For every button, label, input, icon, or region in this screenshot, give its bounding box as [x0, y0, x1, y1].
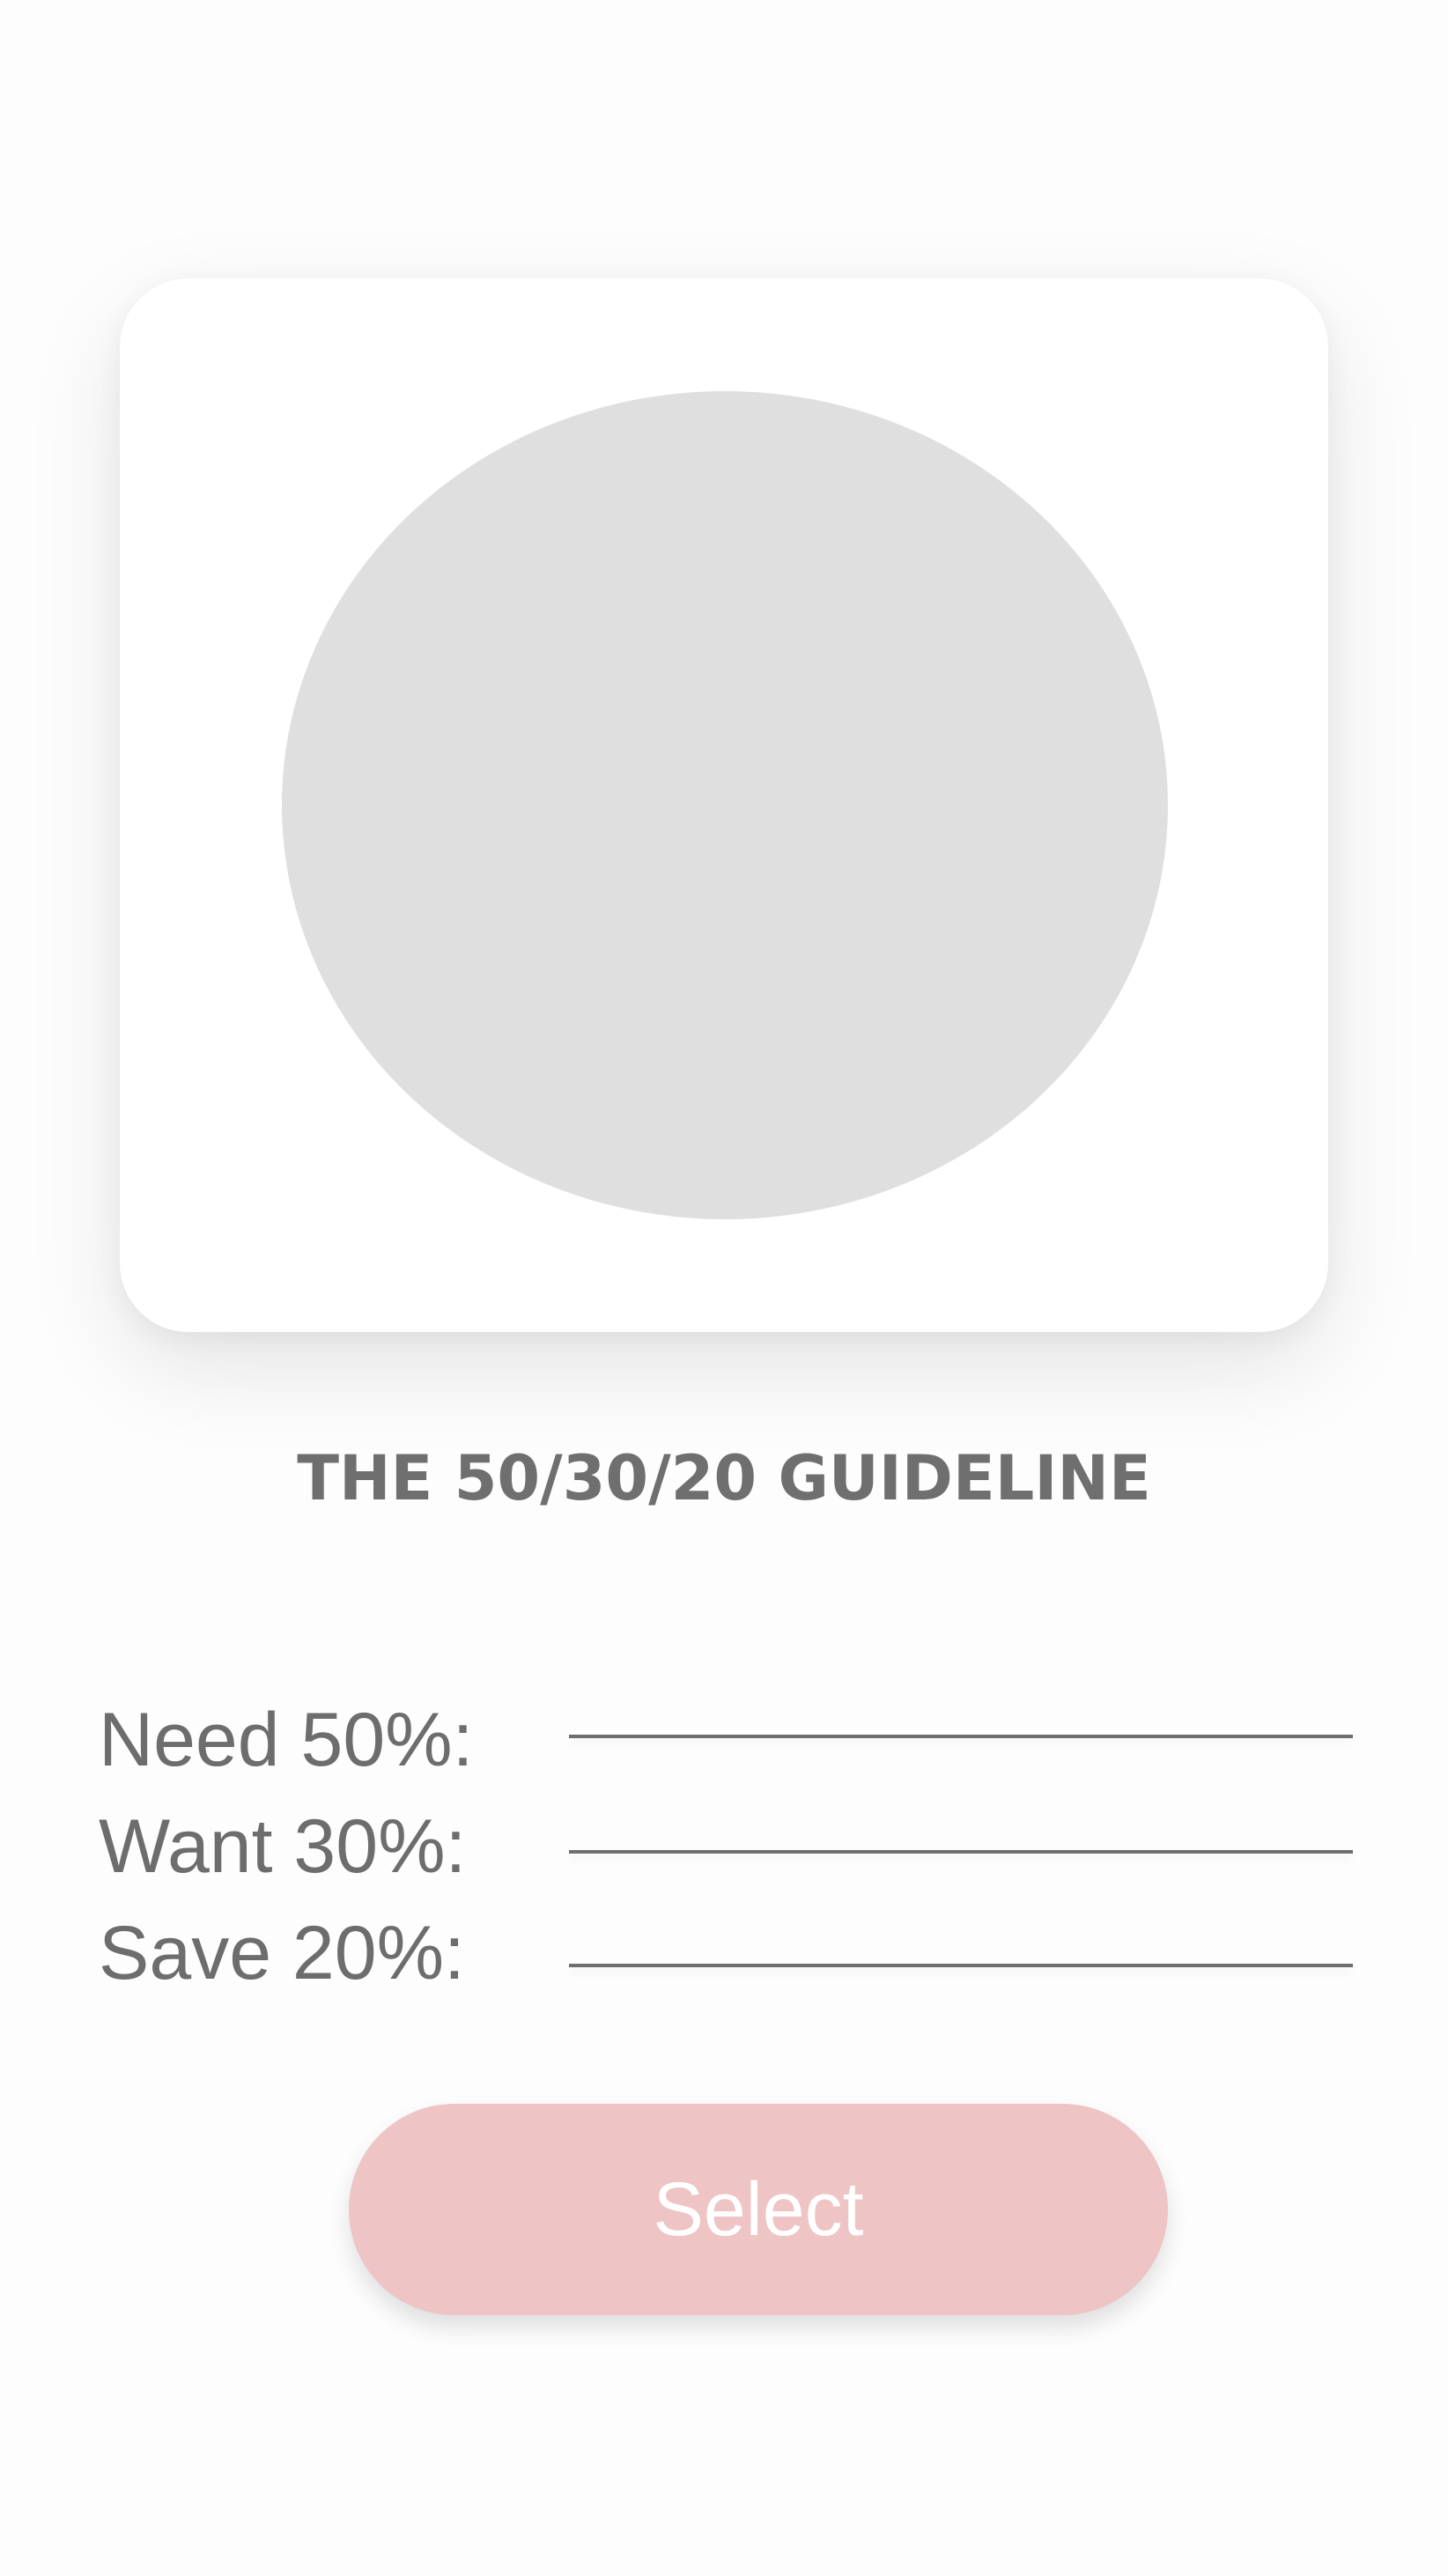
allocation-row-need: Need 50%:: [99, 1691, 1353, 1798]
save-input[interactable]: [569, 1964, 1353, 1967]
page-title: THE 50/30/20 GUIDELINE: [297, 1442, 1151, 1514]
want-label: Want 30%:: [99, 1804, 467, 1889]
allocation-list: Need 50%: Want 30%: Save 20%:: [99, 1691, 1353, 2011]
image-card: [120, 278, 1328, 1332]
need-label: Need 50%:: [99, 1698, 474, 1782]
select-button[interactable]: Select: [349, 2104, 1168, 2315]
need-input[interactable]: [569, 1735, 1353, 1738]
allocation-row-want: Want 30%:: [99, 1798, 1353, 1905]
image-placeholder-circle: [282, 391, 1168, 1219]
allocation-row-save: Save 20%:: [99, 1905, 1353, 2011]
save-label: Save 20%:: [99, 1911, 465, 1995]
want-input[interactable]: [569, 1850, 1353, 1854]
